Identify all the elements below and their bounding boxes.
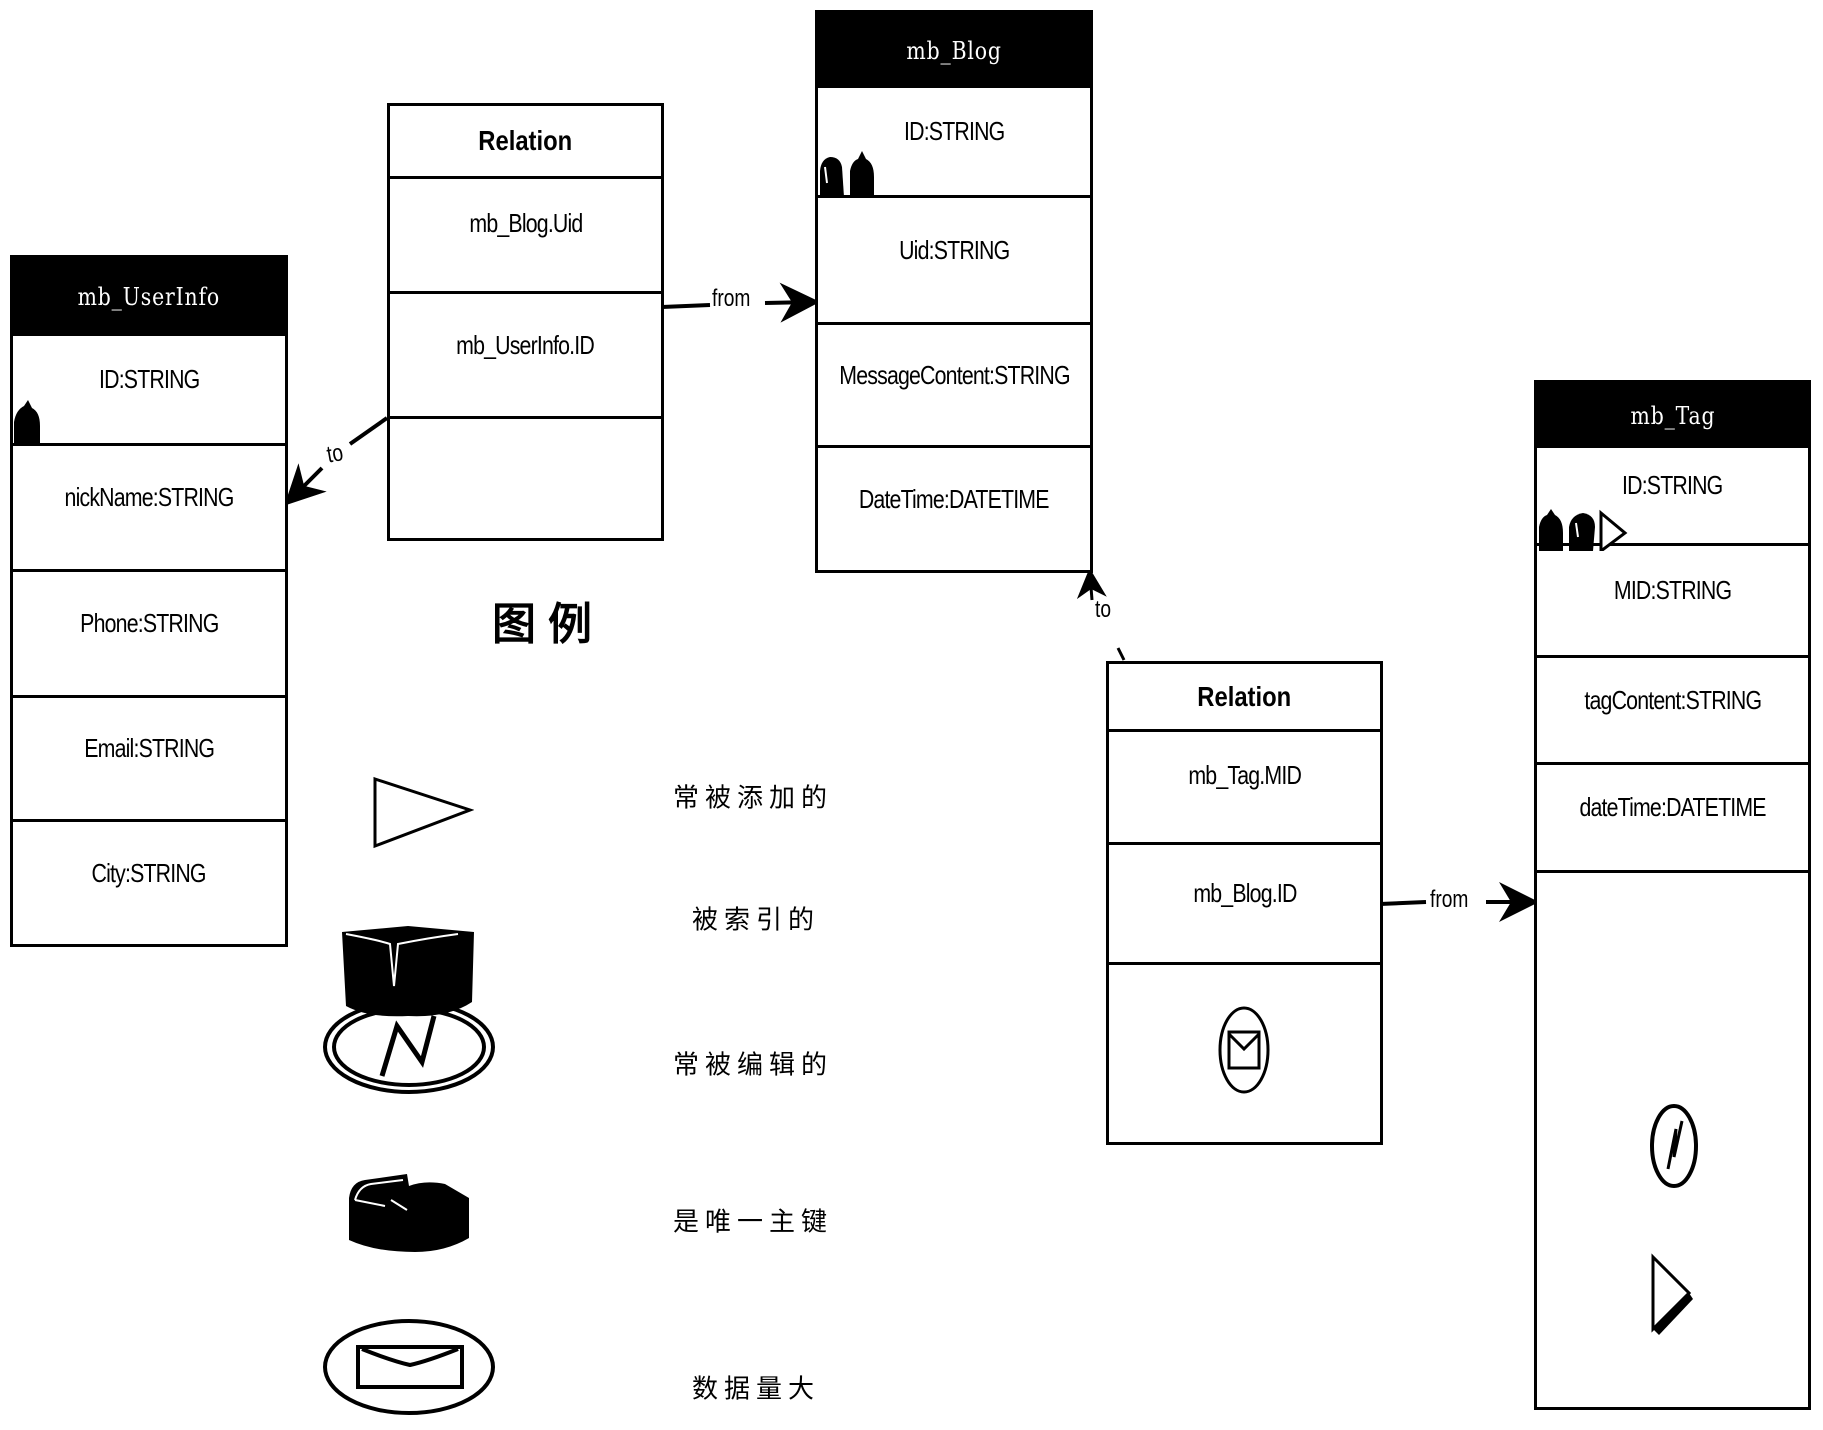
frequently-added-icon	[1599, 509, 1628, 551]
field-row[interactable]: MID:STRING	[1537, 543, 1808, 655]
legend-label: 被索引的	[692, 905, 821, 936]
field-badges	[820, 151, 874, 197]
primary-key-icon	[1539, 509, 1563, 551]
entity-relation-2[interactable]: Relation mb_Tag.MID mb_Blog.ID	[1106, 661, 1383, 1145]
indexed-icon	[1569, 513, 1595, 551]
frequently-edited-icon	[323, 1000, 495, 1094]
entity-title: mb_UserInfo	[13, 258, 285, 336]
entity-title: Relation	[1109, 664, 1380, 732]
field-badges	[1539, 509, 1628, 551]
field-row[interactable]: Phone:STRING	[13, 569, 285, 695]
frequently-edited-icon	[1650, 1104, 1698, 1188]
entity-title: mb_Tag	[1537, 383, 1808, 448]
legend-label: 是唯一主键	[673, 1207, 834, 1238]
entity-mb-userinfo[interactable]: mb_UserInfo ID:STRING nickName:STRING Ph…	[10, 255, 288, 947]
connector-label-to: to	[1095, 596, 1112, 623]
field-row[interactable]: mb_Tag.MID	[1109, 729, 1380, 842]
connector-label-from: from	[1430, 886, 1469, 913]
indexed-icon	[820, 157, 844, 197]
field-row[interactable]: dateTime:DATETIME	[1537, 762, 1808, 870]
entity-title: mb_Blog	[818, 13, 1090, 88]
entity-mb-blog[interactable]: mb_Blog ID:STRING Uid:STRING MessageCont…	[815, 10, 1093, 573]
legend-label: 数据量大	[692, 1374, 821, 1405]
frequently-added-icon	[373, 776, 474, 849]
entity-mb-tag[interactable]: mb_Tag ID:STRING MID:STRING tagContent:S…	[1534, 380, 1811, 1410]
field-row[interactable]: MessageContent:STRING	[818, 322, 1090, 445]
primary-key-icon	[349, 1174, 469, 1252]
frequently-added-icon	[1651, 1253, 1693, 1335]
field-row-empty	[390, 416, 661, 540]
legend-title: 图例	[492, 599, 604, 650]
field-row[interactable]: City:STRING	[13, 819, 285, 944]
field-row[interactable]: nickName:STRING	[13, 443, 285, 569]
legend-label: 常被编辑的	[673, 1050, 834, 1081]
primary-key-icon	[850, 151, 874, 197]
field-row-markers	[1109, 962, 1380, 1142]
field-row[interactable]: Email:STRING	[13, 695, 285, 819]
field-row[interactable]: mb_UserInfo.ID	[390, 291, 661, 416]
field-row-markers	[1537, 870, 1808, 1407]
large-data-icon	[323, 1319, 495, 1415]
primary-key-icon	[14, 400, 40, 444]
field-row[interactable]: tagContent:STRING	[1537, 655, 1808, 762]
large-data-icon	[1218, 1006, 1270, 1094]
field-row[interactable]: Uid:STRING	[818, 195, 1090, 322]
legend-label: 常被添加的	[673, 783, 834, 814]
field-row[interactable]: ID:STRING	[13, 333, 285, 446]
field-row[interactable]: DateTime:DATETIME	[818, 445, 1090, 570]
field-row[interactable]: mb_Blog.ID	[1109, 842, 1380, 962]
entity-relation-1[interactable]: Relation mb_Blog.Uid mb_UserInfo.ID	[387, 103, 664, 541]
entity-title: Relation	[390, 106, 661, 179]
connector-label-from: from	[712, 285, 751, 312]
field-row[interactable]: mb_Blog.Uid	[390, 176, 661, 291]
